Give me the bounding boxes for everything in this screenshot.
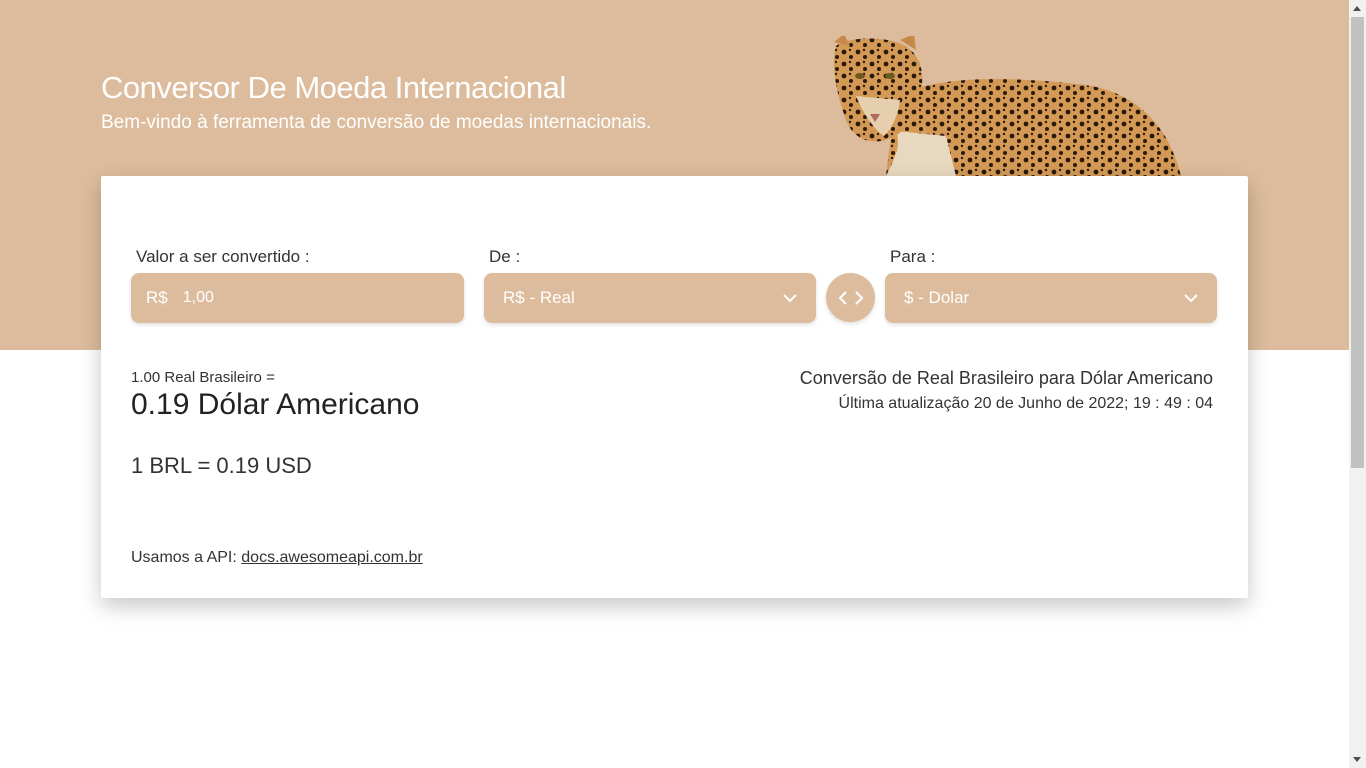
amount-value[interactable]: 1,00 bbox=[183, 289, 214, 307]
converter-card: Valor a ser convertido : R$ 1,00 De : R$… bbox=[101, 176, 1248, 598]
page-title: Conversor De Moeda Internacional bbox=[101, 70, 566, 105]
scroll-down-arrow-icon[interactable] bbox=[1353, 757, 1361, 762]
conversion-title: Conversão de Real Brasileiro para Dólar … bbox=[799, 368, 1213, 388]
exchange-rate-text: 1 BRL = 0.19 USD bbox=[131, 453, 312, 478]
vertical-scrollbar[interactable] bbox=[1349, 0, 1366, 768]
to-currency-select[interactable]: $ - Dolar bbox=[885, 273, 1217, 323]
api-link[interactable]: docs.awesomeapi.com.br bbox=[241, 549, 422, 566]
amount-label: Valor a ser convertido : bbox=[136, 247, 310, 266]
page-subtitle: Bem-vindo à ferramenta de conversão de m… bbox=[101, 112, 652, 133]
chevron-right-icon bbox=[854, 290, 863, 305]
to-label: Para : bbox=[890, 247, 936, 266]
swap-currencies-button[interactable] bbox=[826, 273, 875, 322]
source-amount-text: 1.00 Real Brasileiro = bbox=[131, 369, 275, 386]
chevron-down-icon bbox=[1184, 294, 1198, 303]
chevron-down-icon bbox=[783, 294, 797, 303]
from-currency-select[interactable]: R$ - Real bbox=[484, 273, 816, 323]
chevron-left-icon bbox=[838, 290, 847, 305]
from-label: De : bbox=[489, 247, 521, 266]
amount-input[interactable]: R$ 1,00 bbox=[131, 273, 464, 323]
from-currency-value: R$ - Real bbox=[503, 288, 575, 307]
leopard-image bbox=[833, 36, 1181, 176]
scroll-up-arrow-icon[interactable] bbox=[1353, 6, 1361, 11]
converted-amount-text: 0.19 Dólar Americano bbox=[131, 388, 420, 421]
api-credit-label: Usamos a API: bbox=[131, 549, 242, 566]
scrollbar-thumb[interactable] bbox=[1351, 17, 1364, 468]
last-updated-text: Última atualização 20 de Junho de 2022; … bbox=[838, 395, 1213, 412]
api-credit: Usamos a API: docs.awesomeapi.com.br bbox=[131, 549, 423, 567]
to-currency-value: $ - Dolar bbox=[904, 288, 970, 307]
currency-prefix: R$ bbox=[146, 288, 168, 307]
